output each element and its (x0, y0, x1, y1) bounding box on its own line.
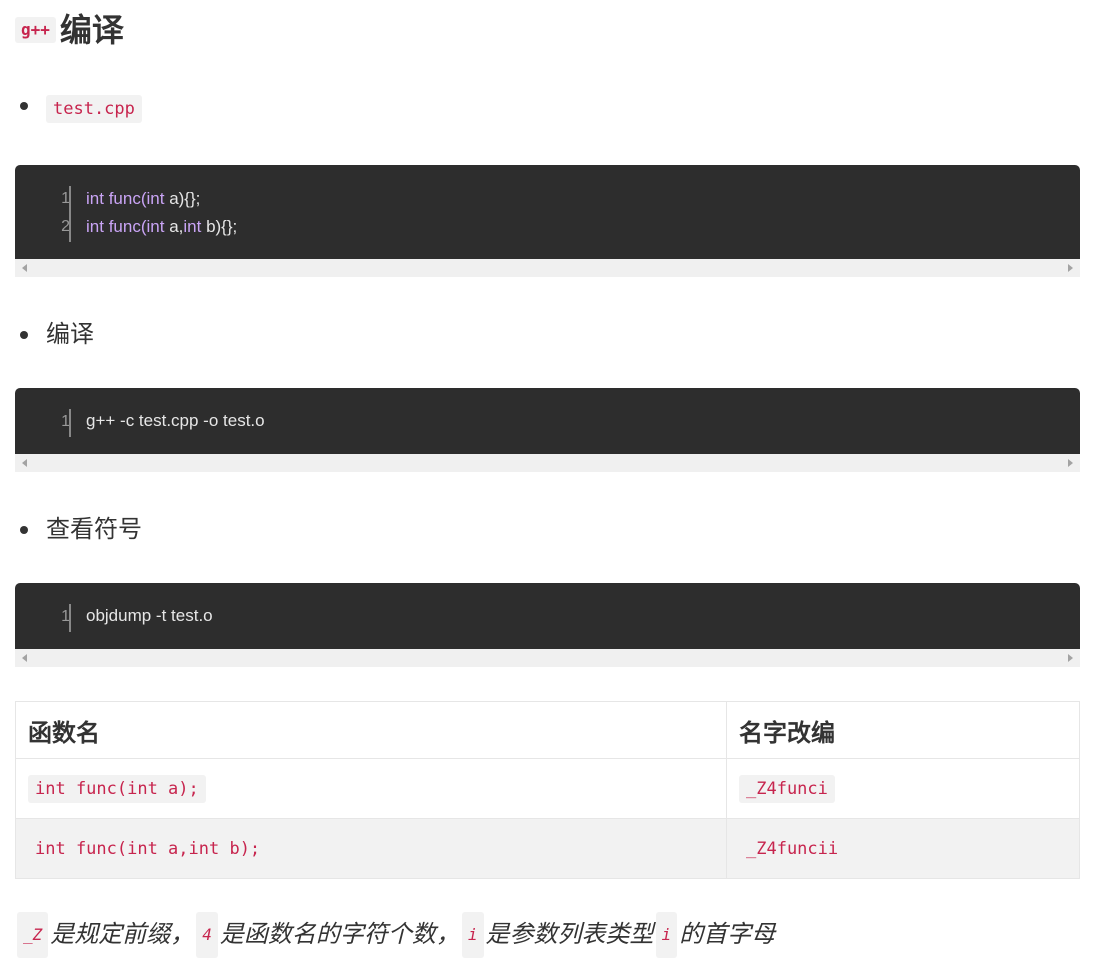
table-cell: int func(int a,int b); (15, 818, 727, 879)
line-number: 1 (61, 608, 70, 625)
bullet-dot (20, 331, 28, 339)
line-numbers: 1 (15, 603, 70, 631)
explanation-note: _Z 是规定前缀， 4 是函数名的字符个数， i 是参数列表类型 i 的首字母 (15, 912, 775, 958)
scroll-right-arrow-icon[interactable] (1068, 264, 1073, 272)
table-row: int func(int a,int b); _Z4funcii (15, 818, 1080, 879)
function-signature: int func(int a); (28, 774, 206, 803)
column-header-function-name: 函数名 (15, 701, 727, 759)
heading-text: 编译 (59, 12, 124, 48)
note-code-prefix: _Z (17, 912, 49, 958)
bullet-dot (20, 102, 28, 110)
line-number: 1 (61, 190, 70, 207)
mangled-name: _Z4funci (739, 774, 835, 803)
bullet-text-compile: 编译 (46, 321, 94, 348)
bullet-text-view-symbols: 查看符号 (46, 516, 142, 543)
table-cell: _Z4funcii (726, 818, 1080, 879)
code-lines: int func(int a){}; int func(int a,int b)… (86, 185, 237, 241)
bullet-code-test-cpp: test.cpp (46, 95, 142, 123)
code-line: int func(int a,int b){}; (86, 217, 238, 236)
heading-code: g++ (15, 17, 56, 43)
code-line: int func(int a){}; (86, 189, 201, 208)
line-numbers: 1 2 (15, 185, 70, 241)
scroll-left-arrow-icon[interactable] (22, 654, 27, 662)
scroll-right-arrow-icon[interactable] (1068, 654, 1073, 662)
note-text: 的首字母 (679, 921, 776, 948)
gutter-divider (69, 604, 71, 632)
note-code-param: i (461, 912, 484, 958)
table-cell: int func(int a); (15, 758, 727, 819)
code-lines: objdump -t test.o (86, 602, 213, 630)
code-block-1: 1 2 int func(int a){}; int func(int a,in… (15, 165, 1080, 259)
table-row: int func(int a); _Z4funci (15, 758, 1080, 819)
column-header-mangled-name: 名字改编 (726, 701, 1080, 759)
horizontal-scrollbar[interactable] (15, 259, 1080, 277)
code-line: objdump -t test.o (86, 606, 213, 625)
note-code-param: i (655, 912, 678, 958)
section-heading: g++ 编译 (15, 8, 124, 52)
code-line: g++ -c test.cpp -o test.o (86, 411, 265, 430)
function-signature: int func(int a,int b); (28, 834, 268, 863)
note-text: 是函数名的字符个数， (219, 921, 460, 948)
scroll-right-arrow-icon[interactable] (1068, 459, 1073, 467)
line-number: 1 (61, 413, 70, 430)
bullet-dot (20, 526, 28, 534)
note-code-length: 4 (196, 912, 218, 958)
name-mangling-table: 函数名 名字改编 int func(int a); _Z4funci int f… (15, 701, 1080, 879)
table-header-row: 函数名 名字改编 (15, 701, 1080, 759)
note-text: 是规定前缀， (50, 921, 195, 948)
horizontal-scrollbar[interactable] (15, 649, 1080, 667)
gutter-divider (69, 409, 71, 437)
note-text: 是参数列表类型 (485, 921, 654, 948)
scroll-left-arrow-icon[interactable] (22, 264, 27, 272)
code-lines: g++ -c test.cpp -o test.o (86, 407, 265, 435)
mangled-name: _Z4funcii (739, 834, 846, 863)
table-cell: _Z4funci (726, 758, 1080, 819)
code-block-3: 1 objdump -t test.o (15, 583, 1080, 649)
gutter-divider (69, 186, 71, 242)
scroll-left-arrow-icon[interactable] (22, 459, 27, 467)
line-number: 2 (61, 218, 70, 235)
code-block-2: 1 g++ -c test.cpp -o test.o (15, 388, 1080, 454)
line-numbers: 1 (15, 408, 70, 436)
horizontal-scrollbar[interactable] (15, 454, 1080, 472)
